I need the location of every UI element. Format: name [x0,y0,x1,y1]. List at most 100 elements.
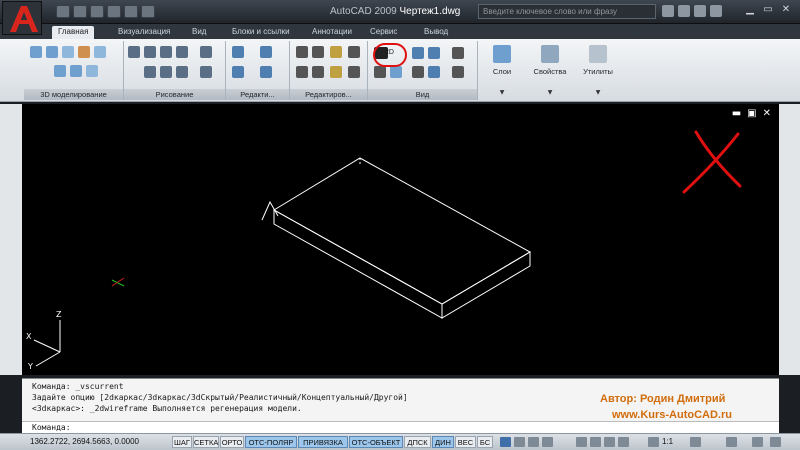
vertical-scrollbar[interactable] [779,104,800,375]
toggle-polar[interactable]: ОТС-ПОЛЯР [245,436,297,448]
chevron-down-icon[interactable]: ▼ [576,89,620,96]
model-space-icon[interactable] [500,437,511,447]
tab-tools[interactable]: Сервис [364,26,403,39]
toggle-ortho[interactable]: ОРТО [220,436,244,448]
viewport-close-icon[interactable]: ✕ [763,108,771,119]
mirror-icon[interactable] [260,66,272,78]
tab-annotate[interactable]: Аннотации [306,26,358,39]
workspace-switch-icon[interactable] [726,437,737,447]
revolve-icon[interactable] [70,65,82,77]
panel-title-edit[interactable]: Редактиров... [290,89,367,100]
stretch-icon[interactable] [296,66,308,78]
toggle-grid[interactable]: СЕТКА [193,436,219,448]
explode-icon[interactable] [348,66,360,78]
help-icon[interactable] [710,5,722,17]
box-icon[interactable] [30,46,42,58]
zoom-extents-icon[interactable] [412,66,424,78]
extrude-icon[interactable] [46,46,58,58]
visual-style-2d-label[interactable]: 2D [385,49,394,56]
subtract-icon[interactable] [78,46,90,58]
zoom-icon[interactable] [374,66,386,78]
panel-title-view[interactable]: Вид [368,89,477,100]
pan-status-icon[interactable] [576,437,587,447]
loft-icon[interactable] [54,65,66,77]
close-window-icon[interactable]: ✕ [780,4,792,16]
viewcube-icon[interactable] [390,66,402,78]
favorites-icon[interactable] [694,5,706,17]
quick-view-drawings-icon[interactable] [542,437,553,447]
command-input[interactable]: Команда: [22,421,779,433]
quick-view-layouts-icon[interactable] [528,437,539,447]
fillet-icon[interactable] [330,66,342,78]
chevron-down-icon[interactable]: ▼ [528,89,572,96]
viewport-minimize-icon[interactable]: ▬ [732,108,741,119]
save-icon[interactable] [90,5,104,18]
rectangle-icon[interactable] [176,66,188,78]
communication-center-icon[interactable] [678,5,690,17]
panel-title-3d-modeling[interactable]: 3D моделирование [24,89,123,100]
move-icon[interactable] [296,46,308,58]
trim-icon[interactable] [330,46,342,58]
application-menu-button[interactable] [2,1,42,35]
open-file-icon[interactable] [73,5,87,18]
toggle-osnap[interactable]: ПРИВЯЗКА [298,436,348,448]
toggle-dyn[interactable]: ДИН [432,436,454,448]
scale-icon[interactable] [348,46,360,58]
zoom-status-icon[interactable] [590,437,601,447]
panel-title-draw[interactable]: Рисование [124,89,225,100]
tab-output[interactable]: Вывод [418,26,454,39]
array-icon[interactable] [260,46,272,58]
viewport-restore-icon[interactable]: ▣ [747,108,756,119]
navigate-icon[interactable] [428,66,440,78]
tab-home[interactable]: Главная [52,26,95,39]
copy-icon[interactable] [232,66,244,78]
properties-button[interactable]: Свойства ▼ [528,43,572,96]
text-icon[interactable] [176,46,188,58]
annotation-visibility-icon[interactable] [690,437,701,447]
toggle-ducs[interactable]: ДПСК [404,436,431,448]
circle-icon[interactable] [200,46,212,58]
toggle-qp[interactable]: БС [477,436,493,448]
new-file-icon[interactable] [56,5,70,18]
binoculars-icon[interactable] [662,5,674,17]
annotation-scale-icon[interactable] [648,437,659,447]
showmotion-icon[interactable] [618,437,629,447]
steeringwheel-icon[interactable] [604,437,615,447]
lock-icon[interactable] [752,437,763,447]
tab-blocks-references[interactable]: Блоки и ссылки [226,26,296,39]
help-search-input[interactable]: Введите ключевое слово или фразу [478,4,656,19]
tab-render[interactable]: Визуализация [112,26,176,39]
layout-icon[interactable] [514,437,525,447]
line-icon[interactable] [128,46,140,58]
toggle-lineweight[interactable]: ВЕС [455,436,476,448]
command-history[interactable]: Команда: _vscurrent Задайте опцию [2dкар… [22,378,779,422]
arc-icon[interactable] [200,66,212,78]
walk-icon[interactable] [452,66,464,78]
toggle-otrack[interactable]: ОТС-ОБЪЕКТ [349,436,403,448]
panel-title-modify[interactable]: Редакти... [226,89,289,100]
annotation-scale-value[interactable]: 1:1 [662,437,673,446]
offset-icon[interactable] [312,66,324,78]
view-manager-icon[interactable] [232,46,244,58]
spline-icon[interactable] [144,66,156,78]
coordinate-readout[interactable]: 1362.2722, 2694.5663, 0.0000 [30,437,139,446]
undo-icon[interactable] [124,5,138,18]
print-icon[interactable] [107,5,121,18]
utilities-button[interactable]: Утилиты ▼ [576,43,620,96]
maximize-window-icon[interactable]: ▭ [762,4,774,16]
intersect-icon[interactable] [94,46,106,58]
clean-screen-icon[interactable] [770,437,781,447]
drawing-area[interactable]: Z X Y ▬ ▣ ✕ [22,104,779,375]
minimize-window-icon[interactable]: ▁ [744,4,756,16]
redo-icon[interactable] [141,5,155,18]
tab-view[interactable]: Вид [186,26,212,39]
orbit-icon[interactable] [412,47,424,59]
sweep-icon[interactable] [86,65,98,77]
toggle-snap[interactable]: ШАГ [172,436,192,448]
hatch-icon[interactable] [160,46,172,58]
camera-icon[interactable] [428,47,440,59]
union-icon[interactable] [62,46,74,58]
polygon-icon[interactable] [160,66,172,78]
rotate-icon[interactable] [312,46,324,58]
chevron-down-icon[interactable]: ▼ [480,89,524,96]
